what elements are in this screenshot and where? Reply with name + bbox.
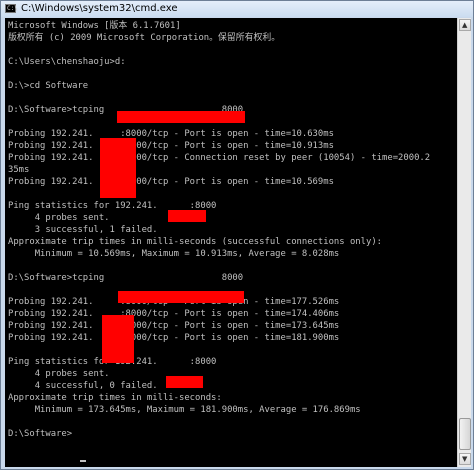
- console-line: D:\Software>: [8, 429, 73, 439]
- vertical-scrollbar[interactable]: ▲ ▼: [457, 18, 471, 467]
- console-line: D:\>cd Software: [8, 81, 89, 91]
- console-line: Probing 192.241. :8000/tcp - Port is ope…: [8, 177, 334, 187]
- window-title: C:\Windows\system32\cmd.exe: [21, 3, 178, 14]
- console-line: Minimum = 10.569ms, Maximum = 10.913ms, …: [8, 249, 340, 259]
- console-line: Approximate trip times in milli-seconds …: [8, 237, 383, 247]
- console-line: 4 successful, 0 failed.: [8, 381, 158, 391]
- redacted-ip: [100, 138, 136, 198]
- console-line: Microsoft Windows [版本 6.1.7601]: [8, 21, 181, 31]
- console-line: C:\Users\chenshaoju>d:: [8, 57, 126, 67]
- console-line: 版权所有 (c) 2009 Microsoft Corporation。保留所有…: [8, 33, 281, 43]
- scroll-up-button[interactable]: ▲: [459, 19, 471, 31]
- console-line: Probing 192.241. :8000/tcp - Port is ope…: [8, 309, 340, 319]
- console-line: Minimum = 173.645ms, Maximum = 181.900ms…: [8, 405, 361, 415]
- console-line: D:\Software>tcping 8000: [8, 273, 244, 283]
- scroll-up-arrow-icon: ▲: [462, 21, 468, 29]
- redacted-hostname: [117, 111, 245, 123]
- redacted-ip: [166, 376, 203, 388]
- console-line: 4 probes sent.: [8, 369, 110, 379]
- console-app-icon-label: C:\: [7, 5, 18, 12]
- redacted-ip: [102, 315, 134, 363]
- redacted-hostname: [118, 291, 244, 303]
- console-line: Probing 192.241. :8000/tcp - Port is ope…: [8, 333, 340, 343]
- console-line: 35ms: [8, 165, 30, 175]
- text-cursor: [80, 460, 86, 462]
- cmd-window: C:\ C:\Windows\system32\cmd.exe Microsof…: [0, 0, 474, 470]
- console-line: 4 probes sent.: [8, 213, 110, 223]
- redacted-ip: [168, 210, 206, 222]
- console-output[interactable]: Microsoft Windows [版本 6.1.7601] 版权所有 (c) …: [5, 18, 457, 467]
- console-line: Probing 192.241. :8000/tcp - Connection …: [8, 153, 431, 163]
- scroll-down-arrow-icon: ▼: [462, 455, 468, 463]
- scroll-down-button[interactable]: ▼: [459, 453, 471, 465]
- scrollbar-thumb[interactable]: [459, 418, 471, 450]
- console-line: Approximate trip times in milli-seconds:: [8, 393, 222, 403]
- console-line: Probing 192.241. :8000/tcp - Port is ope…: [8, 141, 334, 151]
- console-line: Probing 192.241. :8000/tcp - Port is ope…: [8, 321, 340, 331]
- title-bar[interactable]: C:\ C:\Windows\system32\cmd.exe: [1, 1, 473, 17]
- console-line: Probing 192.241. :8000/tcp - Port is ope…: [8, 129, 334, 139]
- console-app-icon[interactable]: C:\: [5, 4, 18, 13]
- console-line: 3 successful, 1 failed.: [8, 225, 158, 235]
